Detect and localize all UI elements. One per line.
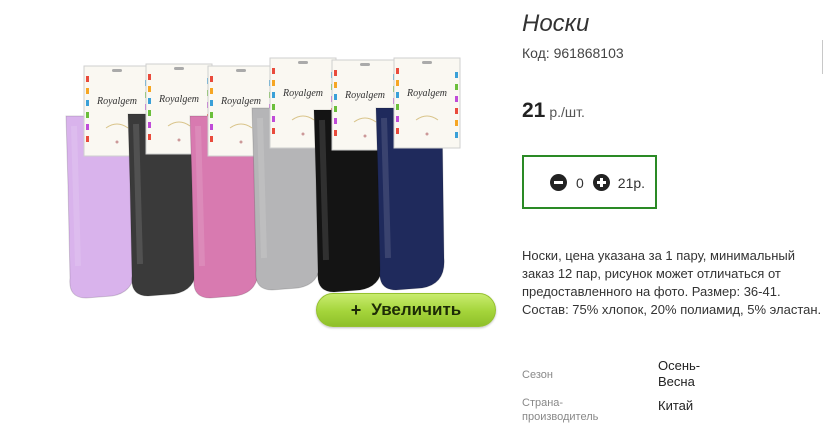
zoom-button[interactable]: + Увеличить [316,293,496,327]
quantity-total: 21р. [617,174,646,191]
plus-icon: + [350,299,362,320]
minus-icon[interactable] [550,174,567,191]
quantity-value[interactable]: 0 [576,175,584,191]
spec-label: Страна- производитель [522,397,599,423]
spec-value: Осень- Весна [658,358,701,389]
svg-text:Royalgem: Royalgem [158,94,199,105]
spec-row-season: Сезон Осень- Весна [522,358,822,390]
product-photo[interactable]: Royalgem Royalgem Royalgem Royalgem Royalgem… [56,46,496,312]
product-title: Носки [522,10,590,37]
zoom-label: Увеличить [371,300,462,319]
quantity-selector: 0 21р. [522,155,657,209]
price-unit: р./шт. [549,104,585,120]
divider [822,40,823,74]
price-value: 21 [522,99,546,122]
product-image-gallery[interactable]: Royalgem Royalgem Royalgem Royalgem Royalgem… [56,46,496,312]
spec-table: Сезон Осень- Весна Страна- производитель… [522,358,822,424]
svg-text:Royalgem: Royalgem [96,96,137,107]
code-value: 961868103 [553,45,624,61]
code-label: Код: [522,45,550,61]
svg-text:Royalgem: Royalgem [282,88,323,99]
product-code: Код: 961868103 [522,45,624,61]
spec-label: Сезон [522,369,553,381]
svg-text:Royalgem: Royalgem [344,90,385,101]
plus-circle-icon[interactable] [592,174,610,191]
svg-text:Royalgem: Royalgem [406,88,447,99]
svg-text:Royalgem: Royalgem [220,96,261,107]
product-price: 21 р./шт. [522,99,585,123]
product-description: Носки, цена указана за 1 пару, минимальн… [522,248,822,317]
spec-row-country: Страна- производитель Китай [522,390,822,424]
spec-value: Китай [658,398,694,413]
